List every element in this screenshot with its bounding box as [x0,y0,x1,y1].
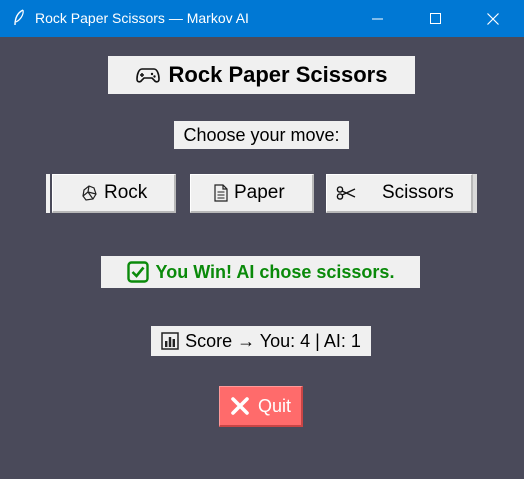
rock-icon [80,184,98,202]
move-button-bar: Rock Paper Scissors [46,174,477,213]
scissors-icon [336,186,356,200]
maximize-button[interactable] [412,0,458,37]
feather-icon [14,9,24,26]
maximize-icon [429,13,441,24]
paper-label: Paper [234,182,285,203]
scissors-button[interactable]: Scissors [326,174,473,213]
window-title: Rock Paper Scissors — Markov AI [35,10,249,26]
check-box-icon [126,261,149,283]
quit-label: Quit [257,395,291,416]
move-bar-right-edge [473,174,477,213]
minimize-button[interactable] [354,0,400,37]
minimize-icon [371,18,383,19]
paper-button[interactable]: Paper [190,174,314,213]
game-title-text: Rock Paper Scissors [168,62,388,87]
rock-label: Rock [104,182,148,203]
move-bar-left-edge [46,174,50,213]
round-result-text: You Win! AI chose scissors. [155,261,395,282]
gamepad-icon [135,68,160,83]
game-title: Rock Paper Scissors [108,56,415,94]
round-result: You Win! AI chose scissors. [101,256,420,288]
bar-chart-icon [161,332,179,350]
score-text: Score → You: 4 | AI: 1 [185,330,361,351]
page-icon [214,184,228,202]
close-icon [487,12,499,25]
score-display: Score → You: 4 | AI: 1 [151,326,371,356]
x-icon [231,397,249,415]
rock-button[interactable]: Rock [52,174,176,213]
title-bar[interactable]: Rock Paper Scissors — Markov AI [0,0,524,37]
move-prompt: Choose your move: [174,121,349,149]
close-button[interactable] [470,0,516,37]
scissors-label: Scissors [382,182,454,203]
quit-button[interactable]: Quit [219,386,303,427]
